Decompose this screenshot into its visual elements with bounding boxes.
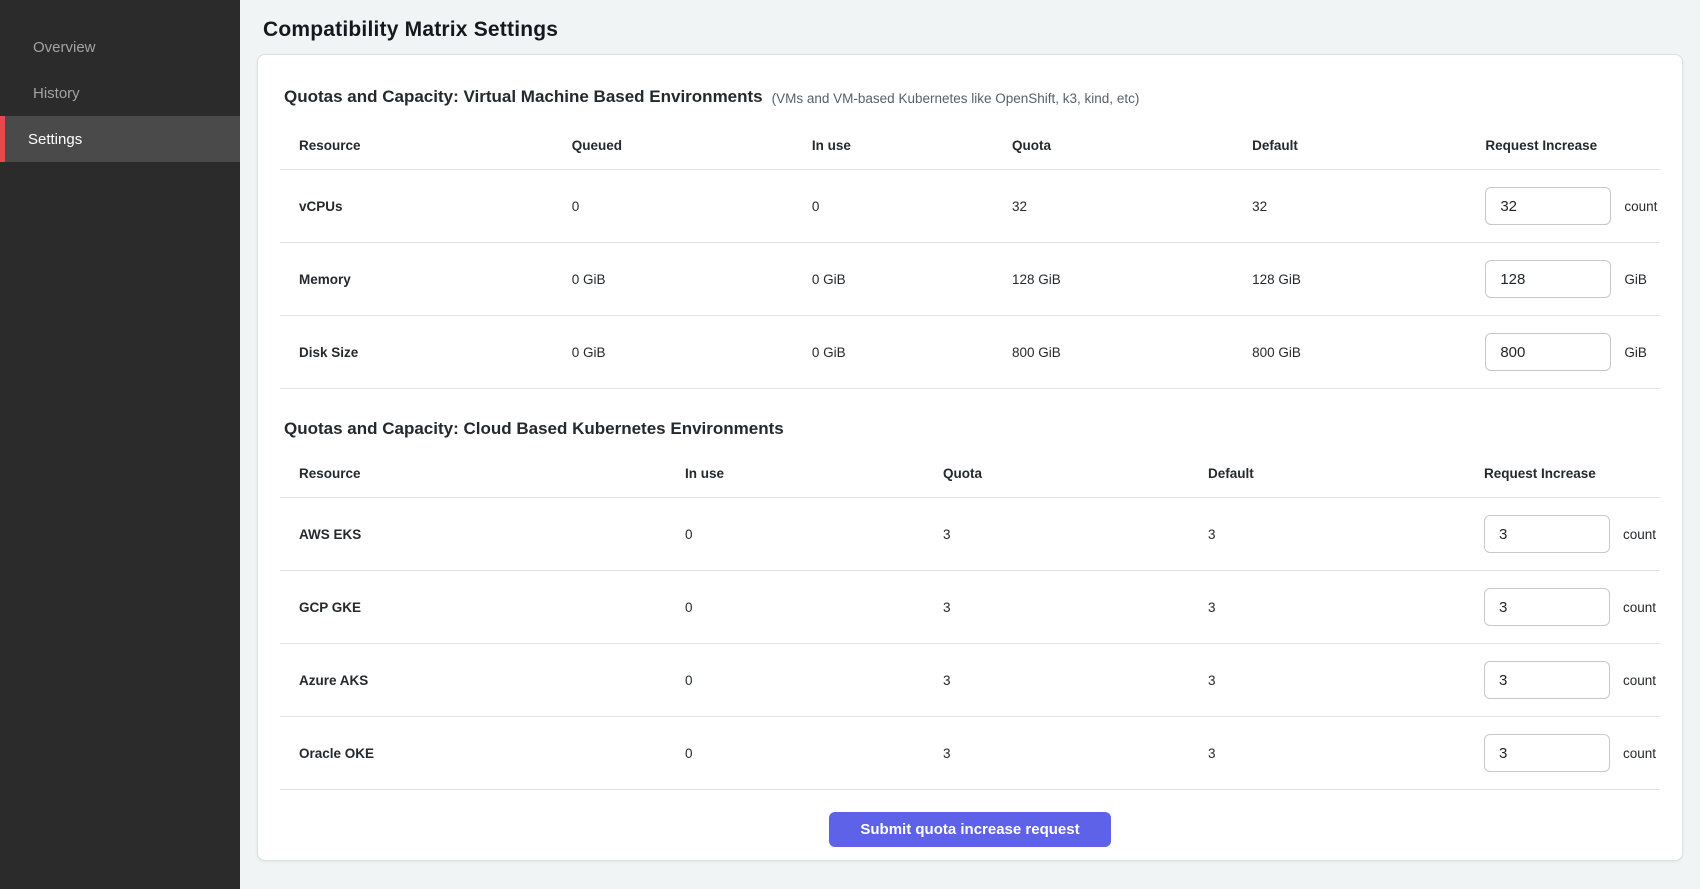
cell-default: 3 [1206,527,1482,542]
section-subtitle: (VMs and VM-based Kubernetes like OpenSh… [772,91,1140,107]
cell-resource: Memory [280,272,570,287]
col-request-increase: Request Increase [1483,138,1660,153]
vcpus-request-input[interactable] [1485,187,1611,225]
sidebar-item-settings[interactable]: Settings [0,116,240,162]
submit-quota-increase-button[interactable]: Submit quota increase request [829,812,1111,847]
cell-in-use: 0 [683,746,941,761]
unit-label: GiB [1624,272,1647,287]
cell-in-use: 0 GiB [810,272,1010,287]
cell-quota: 3 [941,673,1206,688]
unit-label: count [1623,673,1656,688]
table-row-disk-size: Disk Size 0 GiB 0 GiB 800 GiB 800 GiB Gi… [280,316,1660,389]
cell-default: 128 GiB [1250,272,1483,287]
vm-table-header: Resource Queued In use Quota Default Req… [280,121,1660,170]
main-content: Compatibility Matrix Settings Quotas and… [240,0,1700,889]
col-queued: Queued [570,138,810,153]
table-row-memory: Memory 0 GiB 0 GiB 128 GiB 128 GiB GiB [280,243,1660,316]
col-in-use: In use [810,138,1010,153]
quota-settings-card: Quotas and Capacity: Virtual Machine Bas… [257,54,1683,861]
cell-quota: 800 GiB [1010,345,1250,360]
cell-in-use: 0 [683,600,941,615]
unit-label: count [1624,199,1657,214]
col-resource: Resource [280,466,683,481]
cell-quota: 3 [941,527,1206,542]
disk-size-request-input[interactable] [1485,333,1611,371]
aws-eks-request-input[interactable] [1484,515,1610,553]
cell-default: 32 [1250,199,1483,214]
cell-in-use: 0 [683,673,941,688]
cell-quota: 3 [941,600,1206,615]
cell-default: 3 [1206,746,1482,761]
cell-in-use: 0 [810,199,1010,214]
cell-queued: 0 GiB [570,272,810,287]
page-title: Compatibility Matrix Settings [263,18,1683,42]
cell-in-use: 0 GiB [810,345,1010,360]
gcp-gke-request-input[interactable] [1484,588,1610,626]
table-row-vcpus: vCPUs 0 0 32 32 count [280,170,1660,243]
sidebar: Overview History Settings [0,0,240,889]
cell-default: 800 GiB [1250,345,1483,360]
col-default: Default [1206,466,1482,481]
cell-resource: Disk Size [280,345,570,360]
cell-resource: vCPUs [280,199,570,214]
col-quota: Quota [941,466,1206,481]
col-default: Default [1250,138,1483,153]
cell-queued: 0 GiB [570,345,810,360]
unit-label: count [1623,527,1656,542]
cell-in-use: 0 [683,527,941,542]
cell-quota: 128 GiB [1010,272,1250,287]
cell-quota: 32 [1010,199,1250,214]
col-in-use: In use [683,466,941,481]
section-title: Quotas and Capacity: Cloud Based Kuberne… [284,419,784,439]
col-resource: Resource [280,138,570,153]
cell-resource: AWS EKS [280,527,683,542]
unit-label: count [1623,746,1656,761]
cell-default: 3 [1206,673,1482,688]
section-vm-environments: Quotas and Capacity: Virtual Machine Bas… [280,55,1660,121]
azure-aks-request-input[interactable] [1484,661,1610,699]
sidebar-item-overview[interactable]: Overview [0,24,240,70]
cell-resource: GCP GKE [280,600,683,615]
sidebar-item-history[interactable]: History [0,70,240,116]
cell-resource: Azure AKS [280,673,683,688]
table-row-aws-eks: AWS EKS 0 3 3 count [280,498,1660,571]
section-title: Quotas and Capacity: Virtual Machine Bas… [284,87,763,107]
table-row-oracle-oke: Oracle OKE 0 3 3 count [280,717,1660,790]
card-footer: Submit quota increase request [280,790,1660,869]
cell-quota: 3 [941,746,1206,761]
table-row-azure-aks: Azure AKS 0 3 3 count [280,644,1660,717]
cell-queued: 0 [570,199,810,214]
col-quota: Quota [1010,138,1250,153]
memory-request-input[interactable] [1485,260,1611,298]
oracle-oke-request-input[interactable] [1484,734,1610,772]
unit-label: count [1623,600,1656,615]
cell-default: 3 [1206,600,1482,615]
cloud-table-header: Resource In use Quota Default Request In… [280,449,1660,498]
table-row-gcp-gke: GCP GKE 0 3 3 count [280,571,1660,644]
col-request-increase: Request Increase [1482,466,1660,481]
app-window: Overview History Settings Compatibility … [0,0,1700,889]
cell-resource: Oracle OKE [280,746,683,761]
unit-label: GiB [1624,345,1647,360]
section-cloud-k8s-environments: Quotas and Capacity: Cloud Based Kuberne… [280,389,1660,449]
